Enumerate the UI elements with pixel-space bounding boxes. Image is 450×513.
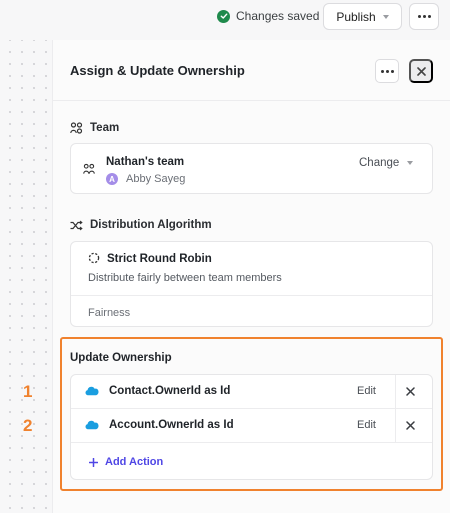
team-section-label: Team <box>70 122 119 134</box>
dot <box>380 69 384 73</box>
avatar: A <box>106 173 118 185</box>
dot <box>422 15 426 18</box>
remove-button[interactable] <box>406 383 415 399</box>
shuffle-icon <box>70 220 83 230</box>
divider <box>395 375 396 408</box>
edit-button[interactable]: Edit <box>357 385 376 397</box>
close-icon <box>406 421 415 430</box>
save-status: Changes saved <box>217 8 319 24</box>
dot <box>390 69 394 73</box>
algorithm-label: Distribution Algorithm <box>90 219 212 231</box>
algorithm-name: Strict Round Robin <box>107 253 212 265</box>
change-team-button[interactable]: Change <box>359 157 414 169</box>
canvas-background <box>0 40 52 513</box>
annotation-number: 2 <box>23 416 33 435</box>
team-icon <box>83 163 95 174</box>
salesforce-cloud-icon <box>85 420 99 430</box>
round-robin-icon <box>88 252 100 264</box>
close-icon <box>406 387 415 396</box>
salesforce-cloud-icon <box>85 386 99 396</box>
dot <box>385 69 389 73</box>
panel-title: Assign & Update Ownership <box>70 63 245 78</box>
publish-label: Publish <box>336 9 376 24</box>
member-name: Abby Sayeg <box>126 173 186 185</box>
more-options-button[interactable] <box>409 3 439 30</box>
update-ownership-title: Update Ownership <box>70 352 172 364</box>
fairness-option[interactable]: Fairness <box>88 307 130 319</box>
team-name: Nathan's team <box>106 156 185 168</box>
dot <box>417 15 421 18</box>
plus-icon <box>89 457 98 467</box>
team-card[interactable]: Nathan's team A Abby Sayeg Change <box>70 143 433 194</box>
side-panel: Assign & Update Ownership Team Nathan's … <box>23 40 450 513</box>
change-label: Change <box>359 157 400 169</box>
edit-button[interactable]: Edit <box>357 419 376 431</box>
team-label: Team <box>90 122 120 134</box>
chevron-down-icon <box>407 161 414 165</box>
actions-card: 1 Contact.OwnerId as Id Edit 2 Account.O… <box>23 374 433 480</box>
action-label: Account.OwnerId as Id <box>109 419 234 431</box>
dot <box>427 15 431 18</box>
publish-button[interactable]: Publish <box>323 3 402 30</box>
algorithm-divider <box>71 295 432 296</box>
top-bar: Changes saved Publish <box>0 0 450 40</box>
header-divider <box>53 100 450 101</box>
save-status-text: Changes saved <box>236 9 320 23</box>
team-icon <box>70 122 83 134</box>
remove-button[interactable] <box>406 417 415 433</box>
divider <box>395 409 396 442</box>
check-circle-icon <box>217 9 230 23</box>
chevron-down-icon <box>382 14 389 19</box>
add-action-label: Add Action <box>105 456 164 468</box>
action-label: Contact.OwnerId as Id <box>109 385 231 397</box>
close-icon <box>416 66 426 76</box>
algorithm-description: Distribute fairly between team members <box>88 272 282 284</box>
panel-more-button[interactable] <box>375 59 399 83</box>
algorithm-card[interactable]: Strict Round Robin Distribute fairly bet… <box>70 241 433 327</box>
annotation-number: 1 <box>23 382 33 401</box>
close-panel-button[interactable] <box>409 59 433 83</box>
algorithm-section-label: Distribution Algorithm <box>70 219 212 231</box>
action-row[interactable]: 2 Account.OwnerId as Id Edit <box>23 409 432 443</box>
action-row[interactable]: 1 Contact.OwnerId as Id Edit <box>23 375 432 409</box>
add-action-button[interactable]: Add Action <box>89 456 163 468</box>
